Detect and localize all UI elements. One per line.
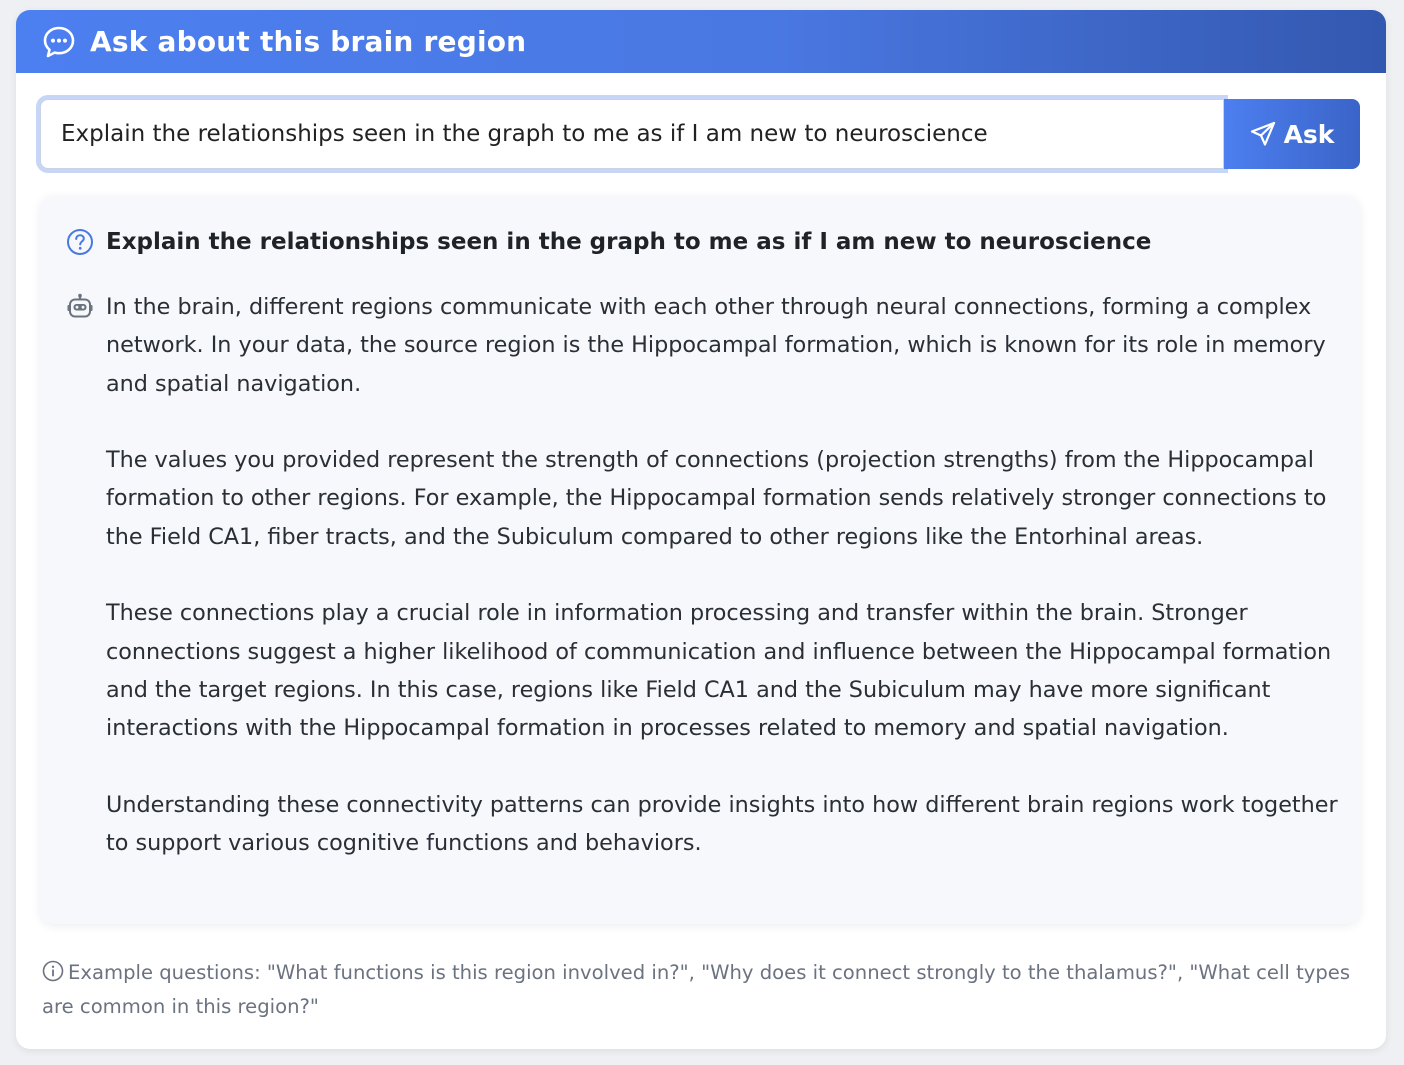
example-questions-hint: Example questions: "What functions is th… [42, 956, 1362, 1024]
answer-paragraph: Understanding these connectivity pattern… [106, 791, 1338, 857]
question-input[interactable] [40, 99, 1224, 169]
hint-text: Example questions: "What functions is th… [42, 961, 1351, 1018]
question-circle-icon [66, 228, 94, 256]
answer-text: In the brain, different regions communic… [106, 288, 1338, 862]
answer-paragraph: The values you provided represent the st… [106, 447, 1327, 550]
panel-title: Ask about this brain region [90, 25, 527, 58]
chat-bubble-icon [42, 25, 76, 59]
robot-icon [66, 293, 94, 321]
ask-button-label: Ask [1283, 119, 1335, 149]
question-text: Explain the relationships seen in the gr… [106, 229, 1152, 255]
info-circle-icon [42, 959, 64, 982]
card-header: Ask about this brain region [16, 10, 1386, 73]
ask-form: Ask [40, 99, 1360, 169]
answer-paragraph: In the brain, different regions communic… [106, 294, 1326, 397]
answer-paragraph: These connections play a crucial role in… [106, 600, 1332, 742]
ask-card: Ask about this brain region Ask Exp [16, 10, 1386, 1049]
ask-button[interactable]: Ask [1224, 99, 1360, 169]
send-icon [1250, 121, 1276, 147]
answer-panel: Explain the relationships seen in the gr… [40, 196, 1360, 924]
question-row: Explain the relationships seen in the gr… [66, 228, 1151, 256]
